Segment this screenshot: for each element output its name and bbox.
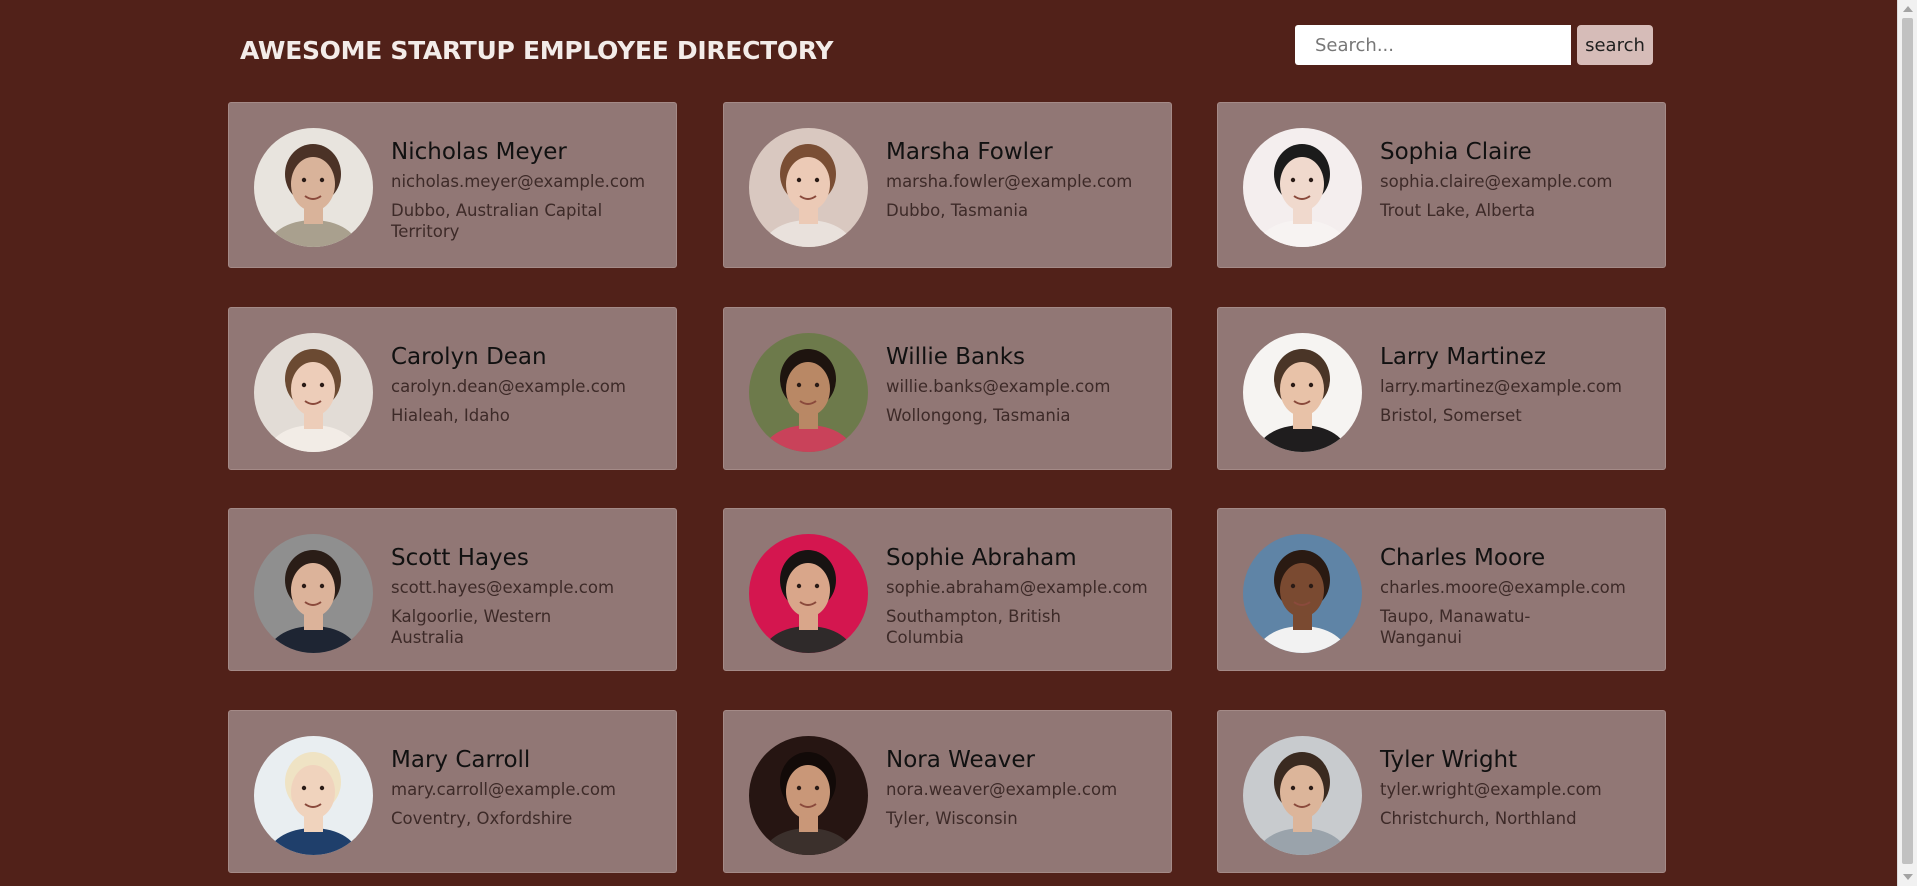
employee-info: Sophie Abraham sophie.abraham@example.com… [886,534,1148,648]
employee-card[interactable]: Charles Moore charles.moore@example.com Ta… [1217,508,1666,671]
employee-card[interactable]: Scott Hayes scott.hayes@example.com Kalgoo… [228,508,677,671]
employee-avatar [749,128,868,247]
employee-email: carolyn.dean@example.com [391,377,626,396]
employee-email: sophie.abraham@example.com [886,578,1148,597]
scroll-up-arrow-icon[interactable] [1903,6,1913,12]
employee-card[interactable]: Carolyn Dean carolyn.dean@example.com Hial… [228,307,677,470]
search-button[interactable]: search [1577,25,1653,65]
employee-email: larry.martinez@example.com [1380,377,1622,396]
employee-avatar [254,736,373,855]
employee-info: Nicholas Meyer nicholas.meyer@example.com… [391,128,645,242]
employee-card[interactable]: Larry Martinez larry.martinez@example.com… [1217,307,1666,470]
employee-name: Sophie Abraham [886,545,1077,571]
employee-info: Mary Carroll mary.carroll@example.com Cove… [391,736,616,829]
employee-location: Christchurch, Northland [1380,809,1577,828]
employee-email: sophia.claire@example.com [1380,172,1613,191]
employee-location: Tyler, Wisconsin [886,809,1018,828]
employee-email: marsha.fowler@example.com [886,172,1133,191]
employee-name: Mary Carroll [391,747,531,773]
employee-name: Willie Banks [886,344,1026,370]
employee-avatar [1243,534,1362,653]
employee-card[interactable]: Tyler Wright tyler.wright@example.com Chri… [1217,710,1666,873]
employee-avatar [1243,128,1362,247]
employee-name: Larry Martinez [1380,344,1546,370]
employee-avatar [1243,736,1362,855]
employee-avatar [254,128,373,247]
employee-email: scott.hayes@example.com [391,578,615,597]
employee-location: Dubbo, Australian Capital Territory [391,201,603,241]
employee-location: Trout Lake, Alberta [1380,201,1536,220]
employee-name: Nicholas Meyer [391,139,567,165]
employee-avatar [254,534,373,653]
employee-avatar [749,534,868,653]
search-form: search [1295,25,1653,65]
employee-location: Dubbo, Tasmania [886,201,1029,220]
employee-location: Coventry, Oxfordshire [391,809,573,828]
scroll-down-arrow-icon[interactable] [1903,874,1913,880]
employee-name: Scott Hayes [391,545,529,571]
employee-info: Sophia Claire sophia.claire@example.com Tr… [1380,128,1613,221]
employee-card[interactable]: Mary Carroll mary.carroll@example.com Cove… [228,710,677,873]
employee-name: Tyler Wright [1380,747,1518,773]
employee-avatar [749,736,868,855]
page: AWESOME STARTUP EMPLOYEE DIRECTORY searc… [0,0,1897,886]
employee-location: Wollongong, Tasmania [886,406,1071,425]
employee-info: Charles Moore charles.moore@example.com Ta… [1380,534,1626,648]
employee-info: Marsha Fowler marsha.fowler@example.com Du… [886,128,1132,221]
employee-info: Tyler Wright tyler.wright@example.com Chri… [1380,736,1602,829]
employee-card[interactable]: Sophie Abraham sophie.abraham@example.com… [723,508,1172,671]
employee-avatar [254,333,373,452]
employee-email: mary.carroll@example.com [391,780,616,799]
employee-info: Carolyn Dean carolyn.dean@example.com Hial… [391,333,626,426]
search-input[interactable] [1295,25,1571,65]
employee-card[interactable]: Willie Banks willie.banks@example.com Woll… [723,307,1172,470]
employee-avatar [1243,333,1362,452]
employee-location: Southampton, British Columbia [886,607,1061,647]
employee-name: Carolyn Dean [391,344,547,370]
employee-email: willie.banks@example.com [886,377,1111,396]
employee-email: nora.weaver@example.com [886,780,1118,799]
scroll-thumb[interactable] [1902,18,1913,864]
employee-info: Nora Weaver nora.weaver@example.com Tyler,… [886,736,1117,829]
employee-location: Bristol, Somerset [1380,406,1522,425]
employee-name: Sophia Claire [1380,139,1532,165]
employee-location: Hialeah, Idaho [391,406,510,425]
employee-location: Taupo, Manawatu-Wanganui [1380,607,1531,647]
employee-info: Willie Banks willie.banks@example.com Woll… [886,333,1110,426]
employee-name: Charles Moore [1380,545,1546,571]
employee-card[interactable]: Nicholas Meyer nicholas.meyer@example.com… [228,102,677,268]
employee-info: Larry Martinez larry.martinez@example.com… [1380,333,1622,426]
employee-name: Nora Weaver [886,747,1035,773]
employee-name: Marsha Fowler [886,139,1053,165]
employee-card[interactable]: Marsha Fowler marsha.fowler@example.com Du… [723,102,1172,268]
employee-email: charles.moore@example.com [1380,578,1626,597]
page-title: AWESOME STARTUP EMPLOYEE DIRECTORY [240,36,834,65]
employee-card[interactable]: Sophia Claire sophia.claire@example.com Tr… [1217,102,1666,268]
employee-location: Kalgoorlie, Western Australia [391,607,552,647]
employee-info: Scott Hayes scott.hayes@example.com Kalgoo… [391,534,621,648]
employee-email: tyler.wright@example.com [1380,780,1602,799]
employee-email: nicholas.meyer@example.com [391,172,646,191]
vertical-scrollbar[interactable] [1897,0,1917,886]
employee-card[interactable]: Nora Weaver nora.weaver@example.com Tyler,… [723,710,1172,873]
employee-avatar [749,333,868,452]
